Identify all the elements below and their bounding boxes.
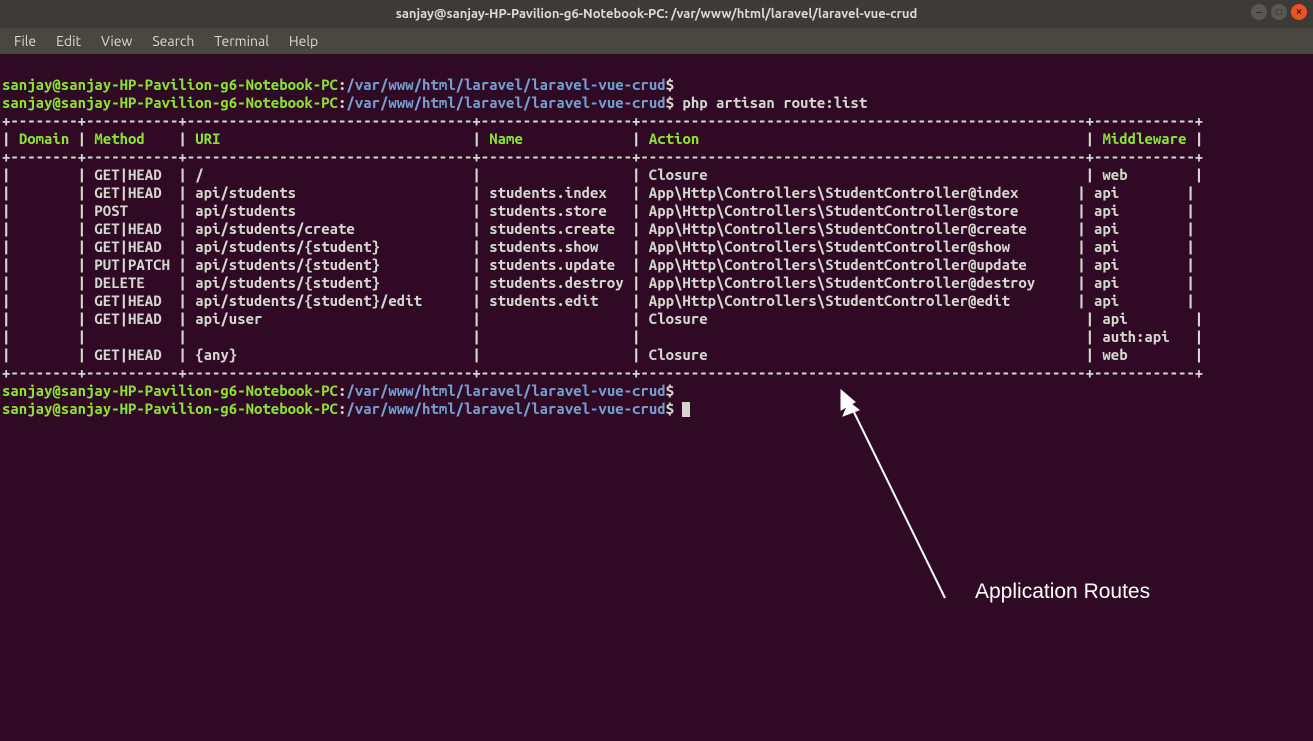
menu-file[interactable]: File	[6, 31, 44, 51]
table-border: +--------+-----------+------------------…	[2, 364, 1203, 381]
menu-edit[interactable]: Edit	[48, 31, 89, 51]
prompt-user: sanjay@sanjay-HP-Pavilion-g6-Notebook-PC	[2, 76, 338, 93]
table-row: | | GET|HEAD | {any} | | Closure | web |	[2, 346, 1203, 363]
col-method: Method	[94, 130, 144, 147]
minimize-button[interactable]: –	[1251, 4, 1267, 20]
prompt-dollar: $	[666, 94, 674, 111]
table-header-row: | Domain | Method | URI | Name | Action …	[2, 130, 1203, 147]
prompt-user: sanjay@sanjay-HP-Pavilion-g6-Notebook-PC	[2, 94, 338, 111]
table-row: | | GET|HEAD | / | | Closure | web |	[2, 166, 1203, 183]
table-row: | | GET|HEAD | api/students/create | stu…	[2, 220, 1195, 237]
table-border: +--------+-----------+------------------…	[2, 112, 1203, 129]
prompt-path: /var/www/html/laravel/laravel-vue-crud	[346, 94, 665, 111]
table-border: +--------+-----------+------------------…	[2, 148, 1203, 165]
cursor	[682, 402, 690, 417]
table-row: | | | | | | auth:api |	[2, 328, 1203, 345]
terminal-output[interactable]: sanjay@sanjay-HP-Pavilion-g6-Notebook-PC…	[0, 54, 1313, 422]
table-row: | | PUT|PATCH | api/students/{student} |…	[2, 256, 1195, 273]
table-row: | | POST | api/students | students.store…	[2, 202, 1195, 219]
window-title: sanjay@sanjay-HP-Pavilion-g6-Notebook-PC…	[396, 7, 918, 21]
menubar: File Edit View Search Terminal Help	[0, 28, 1313, 54]
prompt-path: /var/www/html/laravel/laravel-vue-crud	[346, 76, 665, 93]
titlebar: sanjay@sanjay-HP-Pavilion-g6-Notebook-PC…	[0, 0, 1313, 28]
prompt-path: /var/www/html/laravel/laravel-vue-crud	[346, 400, 665, 417]
window-controls: – □ ×	[1251, 4, 1307, 20]
col-middleware: Middleware	[1102, 130, 1186, 147]
prompt-user: sanjay@sanjay-HP-Pavilion-g6-Notebook-PC	[2, 400, 338, 417]
col-uri: URI	[195, 130, 220, 147]
command-route-list: php artisan route:list	[674, 94, 867, 111]
maximize-button[interactable]: □	[1271, 4, 1287, 20]
table-row: | | GET|HEAD | api/students/{student} | …	[2, 238, 1195, 255]
col-name: Name	[489, 130, 523, 147]
col-domain: Domain	[19, 130, 69, 147]
prompt-user: sanjay@sanjay-HP-Pavilion-g6-Notebook-PC	[2, 382, 338, 399]
menu-view[interactable]: View	[93, 31, 140, 51]
table-row: | | GET|HEAD | api/user | | Closure | ap…	[2, 310, 1203, 327]
table-row: | | DELETE | api/students/{student} | st…	[2, 274, 1195, 291]
prompt-dollar: $	[666, 400, 674, 417]
annotation-label: Application Routes	[975, 580, 1150, 604]
menu-terminal[interactable]: Terminal	[206, 31, 277, 51]
close-button[interactable]: ×	[1291, 4, 1307, 20]
table-row: | | GET|HEAD | api/students/{student}/ed…	[2, 292, 1195, 309]
menu-help[interactable]: Help	[281, 31, 326, 51]
col-action: Action	[649, 130, 699, 147]
prompt-dollar: $	[666, 76, 674, 93]
menu-search[interactable]: Search	[144, 31, 202, 51]
annotation-arrow	[835, 388, 965, 608]
table-row: | | GET|HEAD | api/students | students.i…	[2, 184, 1195, 201]
prompt-dollar: $	[666, 382, 674, 399]
prompt-path: /var/www/html/laravel/laravel-vue-crud	[346, 382, 665, 399]
